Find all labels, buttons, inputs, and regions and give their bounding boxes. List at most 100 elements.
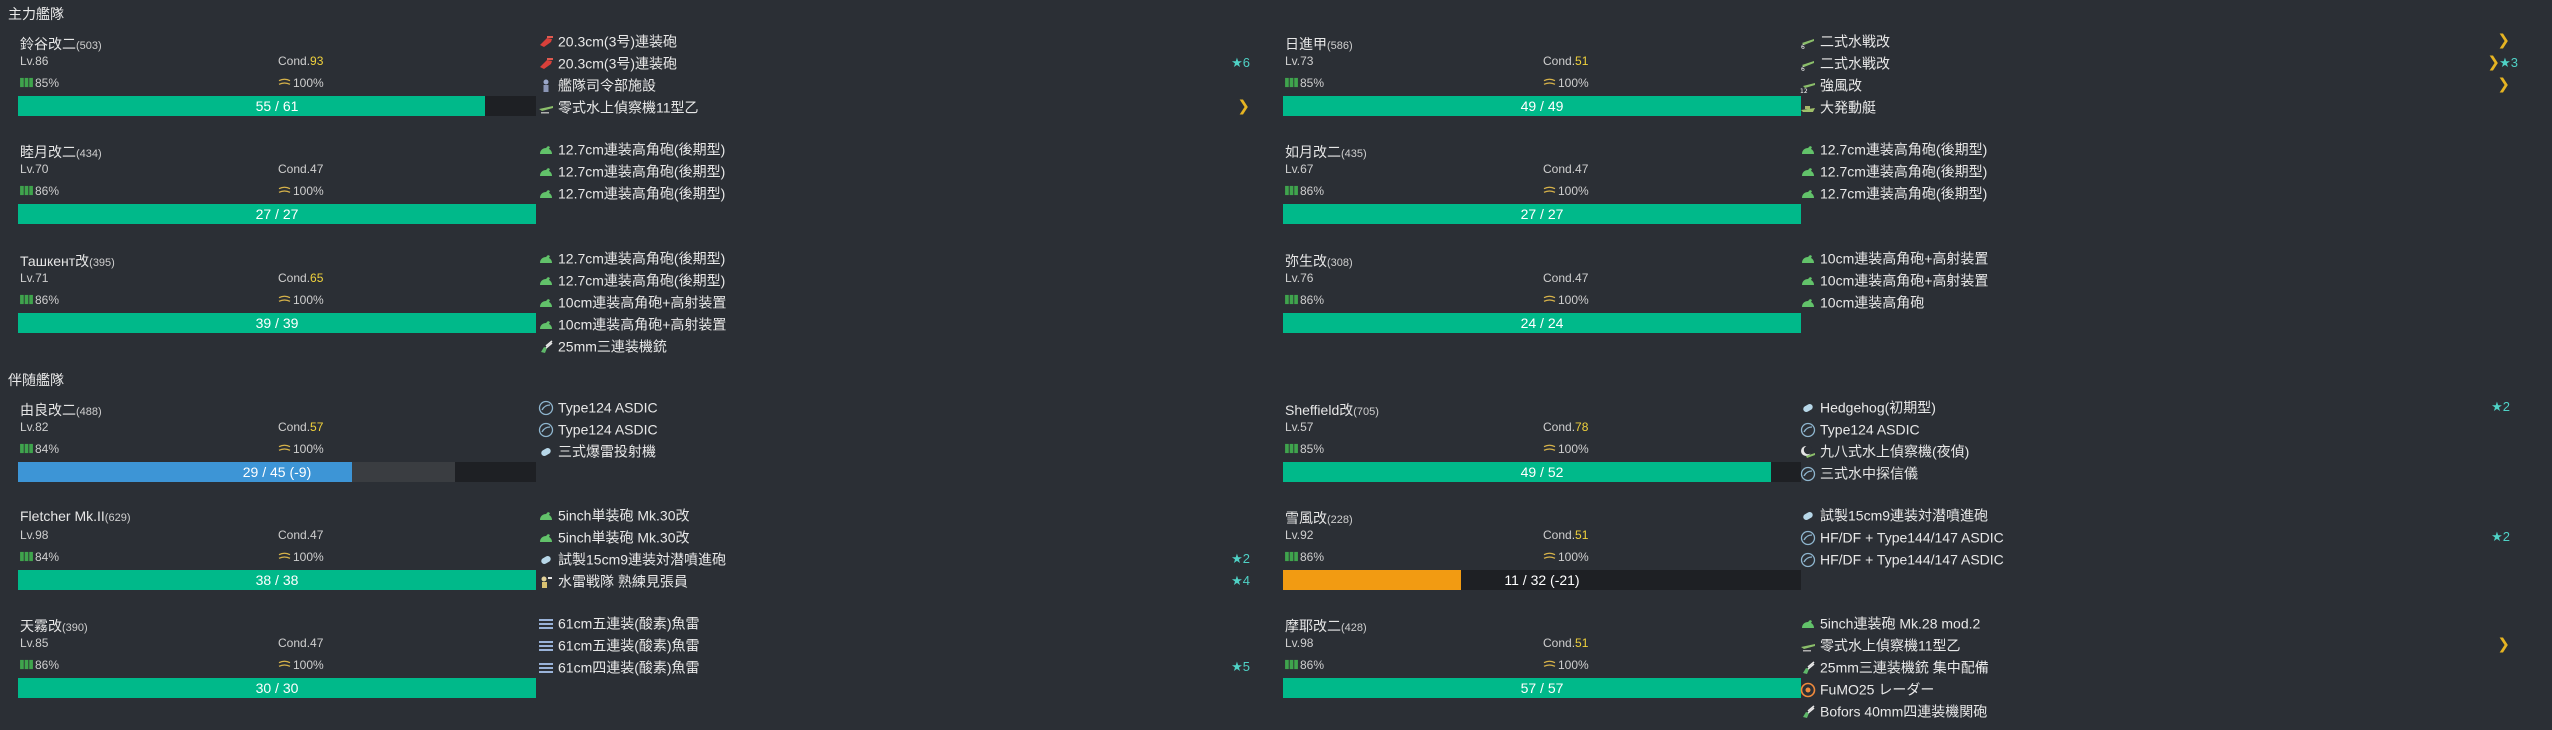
svg-text:6: 6 — [1801, 44, 1805, 50]
equipment-slot[interactable]: 61cm四連装(酸素)魚雷 ★5 — [538, 656, 1250, 678]
fuel-status: 85% — [1285, 76, 1324, 90]
equipment-slot[interactable]: 6 二式水戦改 ★3 ❯ — [1800, 52, 2518, 74]
hp-text: 49 / 52 — [1520, 464, 1564, 480]
ship-card[interactable]: 天霧改(390) Lv.85 Cond.47 86% 100% 30 / 30 — [10, 614, 536, 714]
equipment-slot[interactable]: 零式水上偵察機11型乙 ❯ — [538, 96, 1250, 118]
equipment-slot[interactable]: HF/DF + Type144/147 ASDIC ★2 — [1800, 526, 2510, 548]
svg-text:12: 12 — [1800, 88, 1808, 94]
ship-card[interactable]: 摩耶改二(428) Lv.98 Cond.51 86% 100% 57 / 57 — [1275, 614, 1801, 714]
ammo-icon — [1543, 185, 1556, 196]
equipment-slot[interactable]: 12.7cm連装高角砲(後期型) — [538, 269, 1250, 291]
ammo-value: 100% — [293, 76, 324, 90]
ship-name-text: 雪風改 — [1285, 510, 1327, 526]
ship-card[interactable]: 如月改二(435) Lv.67 Cond.47 86% 100% 27 / 27 — [1275, 140, 1801, 240]
ship-name-text: 由良改二 — [20, 402, 76, 418]
equipment-name: 12.7cm連装高角砲(後期型) — [1820, 163, 1988, 180]
aa-gun-icon — [538, 339, 554, 355]
aa-gun-icon — [1800, 660, 1816, 676]
equipment-slot[interactable]: 10cm連装高角砲+高射装置 — [538, 313, 1250, 335]
ship-condition: Cond.47 — [278, 162, 323, 176]
equipment-name: 12.7cm連装高角砲(後期型) — [1820, 185, 1988, 202]
hp-text: 27 / 27 — [1520, 206, 1564, 222]
equipment-slot[interactable]: 12.7cm連装高角砲(後期型) — [1800, 160, 2510, 182]
ship-card[interactable]: 日進甲(586) Lv.73 Cond.51 85% 100% 49 / 49 — [1275, 32, 1801, 132]
ammo-status: 100% — [278, 184, 324, 198]
equipment-slot[interactable]: Type124 ASDIC — [538, 396, 1250, 418]
equipment-slot[interactable]: 大発動艇 — [1800, 96, 2510, 118]
ship-name-text: Fletcher Mk.II — [20, 508, 105, 524]
equipment-name: 試製15cm9連装対潜噴進砲 — [558, 551, 727, 568]
equipment-list: 10cm連装高角砲+高射装置 10cm連装高角砲+高射装置 10cm連装高角砲 — [1800, 247, 2510, 313]
equipment-slot[interactable]: 九八式水上偵察機(夜偵) — [1800, 440, 2510, 462]
equipment-slot[interactable]: 12.7cm連装高角砲(後期型) — [538, 160, 1250, 182]
equipment-list: 12.7cm連装高角砲(後期型) 12.7cm連装高角砲(後期型) 12.7cm連装… — [1800, 138, 2510, 204]
equipment-slot[interactable]: 12.7cm連装高角砲(後期型) — [1800, 182, 2510, 204]
ship-name-text: 弥生改 — [1285, 253, 1327, 269]
ship-level: Lv.86 — [20, 54, 49, 68]
condition-label: Cond. — [1543, 54, 1576, 68]
equipment-slot[interactable]: 10cm連装高角砲+高射装置 — [538, 291, 1250, 313]
equipment-name: Type124 ASDIC — [558, 399, 658, 416]
ship-card[interactable]: 睦月改二(434) Lv.70 Cond.47 86% 100% 27 / 27 — [10, 140, 536, 240]
equipment-list: 5inch連装砲 Mk.28 mod.2 零式水上偵察機11型乙 ❯ 25mm三連装機… — [1800, 612, 2510, 722]
sonar-icon — [1800, 422, 1816, 438]
equipment-slot[interactable]: 艦隊司令部施設 — [538, 74, 1250, 96]
equipment-slot[interactable]: 12.7cm連装高角砲(後期型) — [538, 138, 1250, 160]
equipment-slot[interactable]: 6 二式水戦改 ❯ — [1800, 30, 2510, 52]
equipment-slot[interactable]: 12.7cm連装高角砲(後期型) — [1800, 138, 2510, 160]
sonar-icon — [538, 422, 554, 438]
equipment-slot[interactable]: 20.3cm(3号)連装砲 ★6 — [538, 52, 1250, 74]
equipment-name: 強風改 — [1820, 77, 1862, 94]
equipment-slot[interactable]: Hedgehog(初期型) ★2 — [1800, 396, 2510, 418]
equipment-slot[interactable]: 12.7cm連装高角砲(後期型) — [538, 182, 1250, 204]
proficiency-chevron-icon: ❯ — [1237, 98, 1250, 115]
equipment-slot[interactable]: Type124 ASDIC — [538, 418, 1250, 440]
ship-level: Lv.85 — [20, 636, 49, 650]
ship-card[interactable]: 鈴谷改二(503) Lv.86 Cond.93 85% 100% 55 / 61 — [10, 32, 536, 132]
equipment-name: 12.7cm連装高角砲(後期型) — [558, 250, 726, 267]
fuel-value: 84% — [35, 550, 60, 564]
equipment-slot[interactable]: 25mm三連装機銃 — [538, 335, 1250, 357]
equipment-slot[interactable]: Bofors 40mm四連装機関砲 — [1800, 700, 2510, 722]
equipment-slot[interactable]: 10cm連装高角砲+高射装置 — [1800, 247, 2510, 269]
equipment-slot[interactable]: 10cm連装高角砲+高射装置 — [1800, 269, 2510, 291]
equipment-slot[interactable]: Type124 ASDIC — [1800, 418, 2510, 440]
ship-card[interactable]: 雪風改(228) Lv.92 Cond.51 86% 100% 11 / 32 (-21) — [1275, 506, 1801, 606]
equipment-slot[interactable]: 零式水上偵察機11型乙 ❯ — [1800, 634, 2510, 656]
ship-card[interactable]: 由良改二(488) Lv.82 Cond.57 84% 100% 29 / 45 (-9) — [10, 398, 536, 498]
equipment-slot[interactable]: 試製15cm9連装対潜噴進砲 — [1800, 504, 2510, 526]
equipment-slot[interactable]: 61cm五連装(酸素)魚雷 — [538, 612, 1250, 634]
equipment-slot[interactable]: FuMO25 レーダー — [1800, 678, 2510, 700]
equipment-slot[interactable]: 5inch単装砲 Mk.30改 — [538, 526, 1250, 548]
fuel-status: 86% — [1285, 293, 1324, 307]
equipment-slot[interactable]: 12.7cm連装高角砲(後期型) — [538, 247, 1250, 269]
ship-card[interactable]: Fletcher Mk.II(629) Lv.98 Cond.47 84% 100% 38… — [10, 506, 536, 606]
fuel-status: 86% — [20, 293, 59, 307]
equipment-slot[interactable]: 三式爆雷投射機 — [538, 440, 1250, 462]
ship-level: Lv.67 — [1285, 162, 1314, 176]
condition-label: Cond. — [278, 528, 311, 542]
equipment-slot[interactable]: 25mm三連装機銃 集中配備 — [1800, 656, 2510, 678]
equipment-slot[interactable]: 水雷戦隊 熟練見張員 ★4 — [538, 570, 1250, 592]
equipment-slot[interactable]: 61cm五連装(酸素)魚雷 — [538, 634, 1250, 656]
ammo-icon — [1543, 443, 1556, 454]
ship-card[interactable]: Ташкент改(395) Lv.71 Cond.65 86% 100% 39 / 39 — [10, 249, 536, 349]
hp-bar: 39 / 39 — [18, 313, 536, 333]
ship-level: Lv.71 — [20, 271, 49, 285]
ship-card[interactable]: 弥生改(308) Lv.76 Cond.47 86% 100% 24 / 24 — [1275, 249, 1801, 349]
equipment-name: Type124 ASDIC — [1820, 421, 1920, 438]
equipment-slot[interactable]: HF/DF + Type144/147 ASDIC — [1800, 548, 2510, 570]
hp-text: 30 / 30 — [255, 680, 299, 696]
equipment-slot[interactable]: 10cm連装高角砲 — [1800, 291, 2510, 313]
ship-card[interactable]: Sheffield改(705) Lv.57 Cond.78 85% 100% 49 / 5… — [1275, 398, 1801, 498]
ammo-value: 100% — [293, 184, 324, 198]
equipment-slot[interactable]: 三式水中探信儀 — [1800, 462, 2510, 484]
equipment-slot[interactable]: 12 強風改 ❯ — [1800, 74, 2510, 96]
fuel-value: 86% — [35, 184, 60, 198]
equipment-slot[interactable]: 5inch単装砲 Mk.30改 — [538, 504, 1250, 526]
equipment-name: 試製15cm9連装対潜噴進砲 — [1820, 507, 1989, 524]
equipment-slot[interactable]: 試製15cm9連装対潜噴進砲 ★2 — [538, 548, 1250, 570]
ammo-status: 100% — [1543, 658, 1589, 672]
equipment-slot[interactable]: 5inch連装砲 Mk.28 mod.2 — [1800, 612, 2510, 634]
equipment-slot[interactable]: 20.3cm(3号)連装砲 — [538, 30, 1250, 52]
